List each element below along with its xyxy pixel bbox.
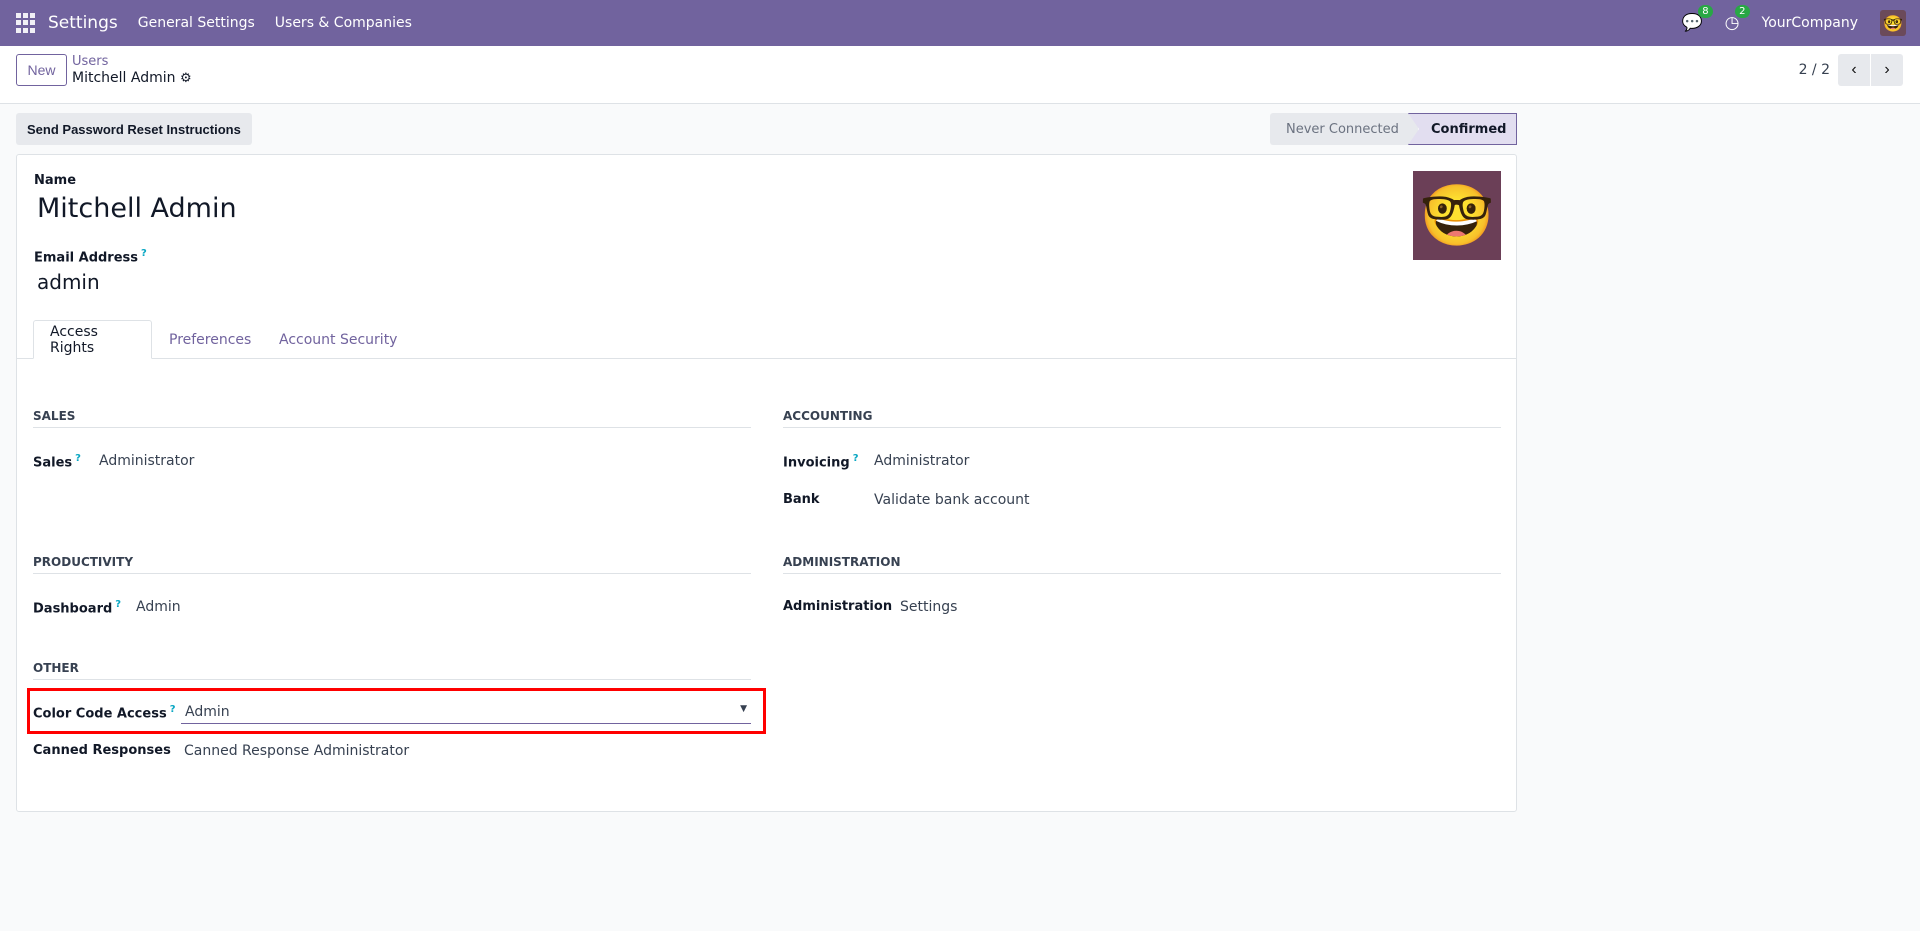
email-label-text: Email Address [34, 250, 139, 266]
menu-general-settings[interactable]: General Settings [138, 15, 255, 31]
activities-badge: 2 [1735, 5, 1750, 18]
email-field[interactable]: admin [37, 270, 100, 294]
tab-account-security[interactable]: Account Security [263, 320, 413, 359]
top-navbar: Settings General Settings Users & Compan… [0, 0, 1920, 46]
highlight-box [27, 688, 766, 734]
bank-label: Bank [783, 492, 820, 507]
dashboard-value[interactable]: Admin [136, 599, 181, 616]
pager-previous-button[interactable]: ‹ [1838, 54, 1870, 86]
canned-responses-value[interactable]: Canned Response Administrator [184, 743, 409, 759]
section-productivity: PRODUCTIVITY [33, 555, 751, 574]
tab-access-rights[interactable]: Access Rights [33, 320, 152, 359]
dashboard-label: Dashboard [33, 601, 113, 617]
help-icon[interactable]: ? [115, 599, 121, 610]
field-bank: Bank Validate bank account [783, 492, 1030, 508]
section-other: OTHER [33, 661, 751, 680]
field-canned-responses: Canned Responses Canned Response Administ… [33, 743, 409, 759]
control-panel: New Users Mitchell Admin ⚙ 2 / 2 ‹ › [0, 46, 1920, 104]
section-sales: SALES [33, 409, 751, 428]
sales-value[interactable]: Administrator [99, 453, 194, 470]
status-confirmed[interactable]: Confirmed [1408, 113, 1517, 145]
app-name[interactable]: Settings [48, 13, 118, 33]
field-dashboard: Dashboard? Admin [33, 599, 181, 616]
company-switcher[interactable]: YourCompany [1762, 15, 1859, 31]
user-avatar[interactable]: 🤓 [1880, 10, 1906, 36]
gear-icon[interactable]: ⚙ [180, 71, 192, 86]
section-administration: ADMINISTRATION [783, 555, 1501, 574]
section-accounting: ACCOUNTING [783, 409, 1501, 428]
messages-badge: 8 [1698, 5, 1713, 18]
messages-icon[interactable]: 💬 8 [1681, 5, 1713, 33]
activities-icon[interactable]: ◷ 2 [1725, 5, 1750, 33]
field-sales: Sales? Administrator [33, 453, 194, 470]
sales-label: Sales [33, 455, 73, 471]
email-label: Email Address? [34, 248, 147, 265]
field-invoicing: Invoicing? Administrator [783, 453, 969, 470]
menu-users-companies[interactable]: Users & Companies [275, 15, 412, 31]
invoicing-value[interactable]: Administrator [874, 453, 969, 470]
administration-label: Administration [783, 599, 893, 614]
help-icon[interactable]: ? [853, 453, 859, 464]
administration-value[interactable]: Settings [900, 599, 957, 615]
tab-preferences[interactable]: Preferences [153, 320, 267, 359]
field-administration: Administration Settings [783, 599, 957, 615]
breadcrumb-users[interactable]: Users [72, 54, 108, 69]
field-label: Sales? [33, 453, 99, 470]
new-button[interactable]: New [16, 54, 67, 86]
field-label: Invoicing? [783, 453, 874, 470]
pager-next-button[interactable]: › [1871, 54, 1903, 86]
breadcrumb-current: Mitchell Admin ⚙ [72, 70, 192, 86]
pager-value[interactable]: 2 / 2 [1799, 62, 1830, 78]
breadcrumb-current-label: Mitchell Admin [72, 70, 176, 86]
bank-value[interactable]: Validate bank account [874, 492, 1030, 508]
user-photo[interactable]: 🤓 [1413, 171, 1501, 260]
help-icon[interactable]: ? [141, 248, 147, 259]
name-field[interactable]: Mitchell Admin [37, 193, 237, 224]
canned-responses-label: Canned Responses [33, 743, 171, 758]
apps-menu-icon[interactable] [16, 13, 36, 33]
help-icon[interactable]: ? [75, 453, 81, 464]
name-label: Name [34, 173, 77, 188]
field-label: Dashboard? [33, 599, 136, 616]
notebook-tabs: Access Rights Preferences Account Securi… [17, 320, 1516, 359]
send-password-reset-button[interactable]: Send Password Reset Instructions [16, 113, 252, 145]
status-never-connected[interactable]: Never Connected [1270, 113, 1418, 145]
invoicing-label: Invoicing [783, 455, 850, 471]
